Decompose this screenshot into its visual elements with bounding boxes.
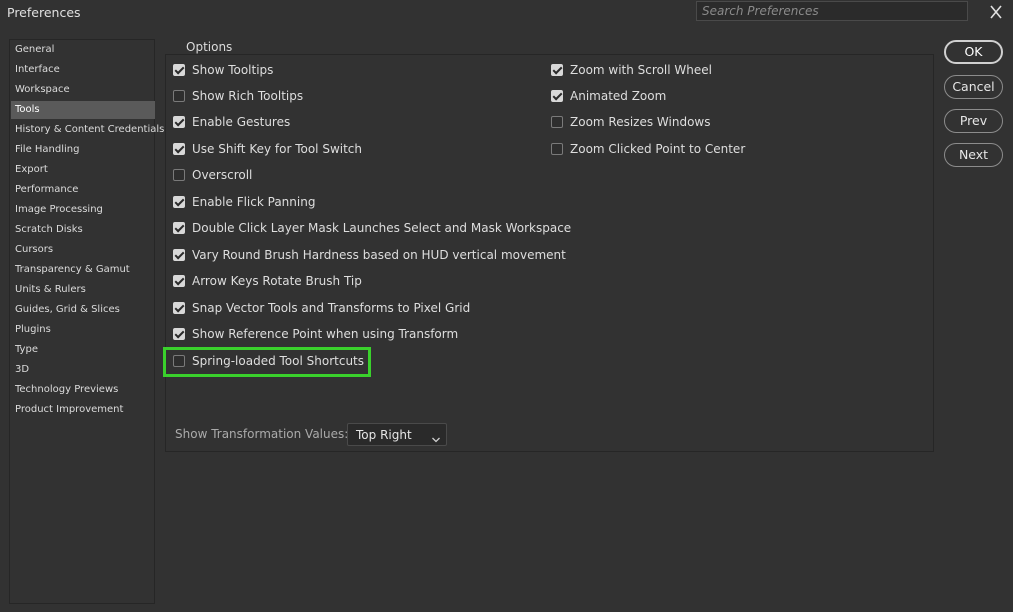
option-label: Show Reference Point when using Transfor… — [192, 327, 459, 341]
ok-button[interactable]: OK — [944, 40, 1003, 64]
next-button[interactable]: Next — [944, 143, 1003, 167]
option-label: Show Tooltips — [192, 63, 274, 77]
options-legend: Options — [182, 40, 237, 54]
sidebar-item-interface[interactable]: Interface — [11, 61, 155, 79]
option-label: Enable Flick Panning — [192, 195, 316, 209]
sidebar-item-general[interactable]: General — [11, 41, 155, 59]
checkbox[interactable] — [173, 169, 185, 181]
option-label: Spring-loaded Tool Shortcuts — [192, 354, 365, 368]
option-show-rich-tooltips[interactable]: Show Rich Tooltips — [173, 87, 303, 105]
option-label: Snap Vector Tools and Transforms to Pixe… — [192, 301, 471, 315]
prev-button[interactable]: Prev — [944, 109, 1003, 133]
option-show-tooltips[interactable]: Show Tooltips — [173, 61, 273, 79]
checkbox[interactable] — [551, 64, 563, 76]
option-zoom-resizes-windows[interactable]: Zoom Resizes Windows — [551, 113, 711, 131]
close-icon[interactable] — [986, 3, 1006, 21]
preferences-sidebar: General Interface Workspace Tools Histor… — [9, 39, 164, 604]
title-bar: Preferences — [0, 0, 1013, 25]
option-use-shift-key-tool-switch[interactable]: Use Shift Key for Tool Switch — [173, 140, 362, 158]
option-double-click-layer-mask[interactable]: Double Click Layer Mask Launches Select … — [173, 219, 571, 237]
sidebar-item-type[interactable]: Type — [11, 341, 155, 359]
sidebar-item-technology-previews[interactable]: Technology Previews — [11, 381, 155, 399]
sidebar-item-3d[interactable]: 3D — [11, 361, 155, 379]
option-label: Double Click Layer Mask Launches Select … — [192, 221, 572, 235]
checkbox[interactable] — [173, 249, 185, 261]
option-enable-gestures[interactable]: Enable Gestures — [173, 113, 290, 131]
chevron-down-icon — [432, 432, 440, 443]
sidebar-item-cursors[interactable]: Cursors — [11, 241, 155, 259]
checkbox[interactable] — [173, 355, 185, 367]
checkbox[interactable] — [173, 275, 185, 287]
checkbox[interactable] — [551, 143, 563, 155]
checkbox[interactable] — [173, 90, 185, 102]
checkbox[interactable] — [173, 328, 185, 340]
cancel-button[interactable]: Cancel — [944, 75, 1003, 99]
option-spring-loaded-tool-shortcuts[interactable]: Spring-loaded Tool Shortcuts — [173, 352, 364, 370]
option-label: Zoom Resizes Windows — [570, 115, 711, 129]
sidebar-item-scratch-disks[interactable]: Scratch Disks — [11, 221, 155, 239]
transformation-values-select[interactable]: Top Right — [347, 423, 447, 446]
checkbox[interactable] — [173, 116, 185, 128]
window-title: Preferences — [7, 5, 81, 20]
checkbox[interactable] — [173, 64, 185, 76]
sidebar-item-plugins[interactable]: Plugins — [11, 321, 155, 339]
option-enable-flick-panning[interactable]: Enable Flick Panning — [173, 193, 315, 211]
option-show-reference-point[interactable]: Show Reference Point when using Transfor… — [173, 325, 458, 343]
option-label: Use Shift Key for Tool Switch — [192, 142, 363, 156]
checkbox[interactable] — [173, 143, 185, 155]
checkbox[interactable] — [551, 90, 563, 102]
sidebar-item-workspace[interactable]: Workspace — [11, 81, 155, 99]
search-preferences-input[interactable] — [696, 1, 968, 21]
sidebar-item-tools[interactable]: Tools — [11, 101, 155, 119]
option-label: Zoom with Scroll Wheel — [570, 63, 712, 77]
option-zoom-clicked-point-to-center[interactable]: Zoom Clicked Point to Center — [551, 140, 745, 158]
sidebar-item-performance[interactable]: Performance — [11, 181, 155, 199]
option-vary-round-brush-hardness[interactable]: Vary Round Brush Hardness based on HUD v… — [173, 246, 566, 264]
checkbox[interactable] — [551, 116, 563, 128]
option-overscroll[interactable]: Overscroll — [173, 166, 252, 184]
sidebar-item-history-content-credentials[interactable]: History & Content Credentials — [11, 121, 164, 139]
option-label: Zoom Clicked Point to Center — [570, 142, 746, 156]
sidebar-item-transparency-gamut[interactable]: Transparency & Gamut — [11, 261, 155, 279]
option-label: Animated Zoom — [570, 89, 667, 103]
option-zoom-with-scroll-wheel[interactable]: Zoom with Scroll Wheel — [551, 61, 712, 79]
sidebar-item-file-handling[interactable]: File Handling — [11, 141, 155, 159]
option-label: Arrow Keys Rotate Brush Tip — [192, 274, 362, 288]
option-arrow-keys-rotate-brush-tip[interactable]: Arrow Keys Rotate Brush Tip — [173, 272, 362, 290]
checkbox[interactable] — [173, 222, 185, 234]
sidebar-item-guides-grid-slices[interactable]: Guides, Grid & Slices — [11, 301, 155, 319]
sidebar-item-product-improvement[interactable]: Product Improvement — [11, 401, 155, 419]
option-label: Vary Round Brush Hardness based on HUD v… — [192, 248, 566, 262]
checkbox[interactable] — [173, 302, 185, 314]
transformation-values-label: Show Transformation Values: — [175, 427, 349, 441]
sidebar-item-units-rulers[interactable]: Units & Rulers — [11, 281, 155, 299]
sidebar-item-export[interactable]: Export — [11, 161, 155, 179]
option-label: Show Rich Tooltips — [192, 89, 304, 103]
option-snap-vector-tools[interactable]: Snap Vector Tools and Transforms to Pixe… — [173, 299, 470, 317]
sidebar-item-image-processing[interactable]: Image Processing — [11, 201, 155, 219]
option-label: Overscroll — [192, 168, 253, 182]
transformation-values-value: Top Right — [356, 428, 412, 442]
option-animated-zoom[interactable]: Animated Zoom — [551, 87, 666, 105]
checkbox[interactable] — [173, 196, 185, 208]
option-label: Enable Gestures — [192, 115, 291, 129]
